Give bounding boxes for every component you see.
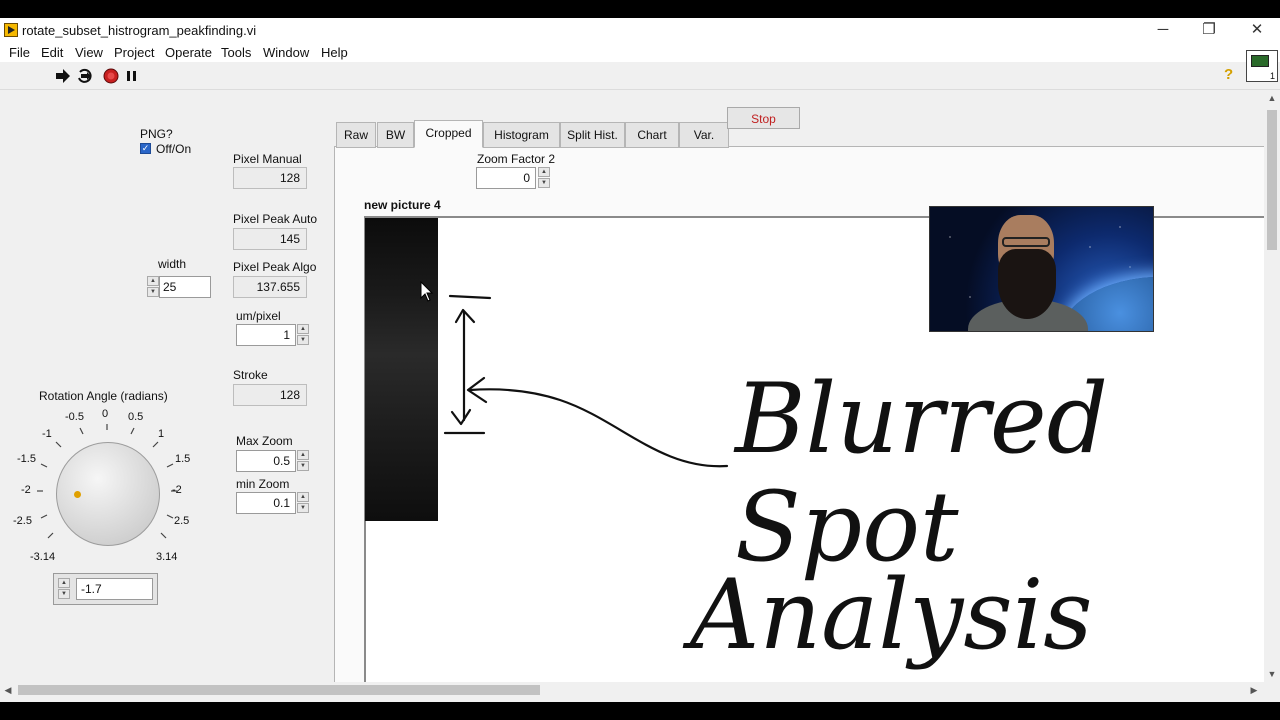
stroke-label: Stroke xyxy=(233,368,268,382)
menu-file[interactable]: File xyxy=(9,45,30,60)
width-stepper[interactable]: ▲ ▼ xyxy=(147,276,159,298)
png-checkbox-label: Off/On xyxy=(156,142,192,156)
menu-window[interactable]: Window xyxy=(263,45,309,60)
menu-help[interactable]: Help xyxy=(321,45,348,60)
min-zoom-label: min Zoom xyxy=(236,477,290,491)
horizontal-scrollbar[interactable]: ◀ ▶ xyxy=(0,682,1264,698)
knob-indicator-dot xyxy=(74,491,81,498)
menu-operate[interactable]: Operate xyxy=(165,45,212,60)
max-zoom-field[interactable]: 0.5 xyxy=(236,450,296,472)
pixel-peak-algo-label: Pixel Peak Algo xyxy=(233,260,317,274)
run-icon[interactable] xyxy=(55,68,71,84)
menu-project[interactable]: Project xyxy=(114,45,154,60)
pause-icon[interactable] xyxy=(124,68,140,84)
restore-button[interactable]: ❐ xyxy=(1192,20,1226,40)
labview-window: rotate_subset_histrogram_peakfinding.vi … xyxy=(0,18,1280,702)
picture-label: new picture 4 xyxy=(364,198,441,212)
rotation-angle-field[interactable]: -1.7 xyxy=(76,578,153,600)
zoom-factor-stepper[interactable]: ▲ ▼ xyxy=(538,167,550,189)
png-checkbox[interactable]: ✓ xyxy=(140,143,151,154)
width-field[interactable]: 25 xyxy=(159,276,211,298)
tab-bw[interactable]: BW xyxy=(377,122,414,148)
window-title: rotate_subset_histrogram_peakfinding.vi xyxy=(22,23,257,38)
png-label: PNG? xyxy=(140,127,173,141)
tab-chart[interactable]: Chart xyxy=(625,122,679,148)
tab-histogram[interactable]: Histogram xyxy=(483,122,560,148)
menu-view[interactable]: View xyxy=(75,45,103,60)
mouse-cursor-icon xyxy=(420,281,434,302)
title-bar: rotate_subset_histrogram_peakfinding.vi … xyxy=(0,18,1280,42)
zoom-factor-label: Zoom Factor 2 xyxy=(477,152,556,166)
width-label: width xyxy=(158,257,187,271)
um-pixel-stepper[interactable]: ▲ ▼ xyxy=(297,324,309,346)
zoom-factor-field[interactable]: 0 xyxy=(476,167,536,189)
vertical-scrollbar[interactable]: ▲ ▼ xyxy=(1264,90,1280,682)
front-panel: PNG? ✓ Off/On width ▲ ▼ 25 Rotation Angle… xyxy=(0,90,1264,684)
tab-var[interactable]: Var. xyxy=(679,122,729,148)
menu-edit[interactable]: Edit xyxy=(41,45,63,60)
scroll-up-arrow-icon[interactable]: ▲ xyxy=(1264,90,1280,106)
pixel-peak-algo-field: 137.655 xyxy=(233,276,307,298)
tab-raw[interactable]: Raw xyxy=(336,122,376,148)
tab-cropped[interactable]: Cropped xyxy=(414,120,483,148)
menu-tools[interactable]: Tools xyxy=(221,45,251,60)
vi-connector-icon[interactable]: 1 xyxy=(1246,50,1278,82)
abort-icon[interactable] xyxy=(103,68,119,84)
stop-button[interactable]: Stop xyxy=(727,107,800,129)
scroll-left-arrow-icon[interactable]: ◀ xyxy=(0,682,16,698)
scroll-right-arrow-icon[interactable]: ▶ xyxy=(1246,682,1262,698)
labview-vi-icon xyxy=(4,23,18,37)
rotation-knob[interactable] xyxy=(56,442,160,546)
um-pixel-field[interactable]: 1 xyxy=(236,324,296,346)
pixel-peak-auto-field: 145 xyxy=(233,228,307,250)
cropped-spot-image xyxy=(365,218,438,521)
webcam-overlay xyxy=(929,206,1154,332)
scroll-down-arrow-icon[interactable]: ▼ xyxy=(1264,666,1280,682)
vi-icon-number: 1 xyxy=(1269,71,1275,81)
menu-bar: File Edit View Project Operate Tools Win… xyxy=(0,42,1280,62)
max-zoom-label: Max Zoom xyxy=(236,434,293,448)
min-zoom-stepper[interactable]: ▲ ▼ xyxy=(297,492,309,514)
um-pixel-label: um/pixel xyxy=(236,309,281,323)
pixel-manual-field: 128 xyxy=(233,167,307,189)
pixel-manual-label: Pixel Manual xyxy=(233,152,302,166)
minimize-button[interactable]: ─ xyxy=(1146,20,1180,40)
toolbar xyxy=(0,62,1280,90)
context-help-icon[interactable]: ? xyxy=(1224,66,1233,83)
tab-split-hist[interactable]: Split Hist. xyxy=(560,122,625,148)
rotation-stepper[interactable]: ▲ ▼ xyxy=(58,578,70,600)
min-zoom-field[interactable]: 0.1 xyxy=(236,492,296,514)
run-continuously-icon[interactable] xyxy=(77,68,93,84)
stroke-field: 128 xyxy=(233,384,307,406)
vertical-scroll-thumb[interactable] xyxy=(1267,110,1277,250)
pixel-peak-auto-label: Pixel Peak Auto xyxy=(233,212,318,226)
max-zoom-stepper[interactable]: ▲ ▼ xyxy=(297,450,309,472)
close-button[interactable]: ✕ xyxy=(1240,20,1274,40)
horizontal-scroll-thumb[interactable] xyxy=(18,685,540,695)
